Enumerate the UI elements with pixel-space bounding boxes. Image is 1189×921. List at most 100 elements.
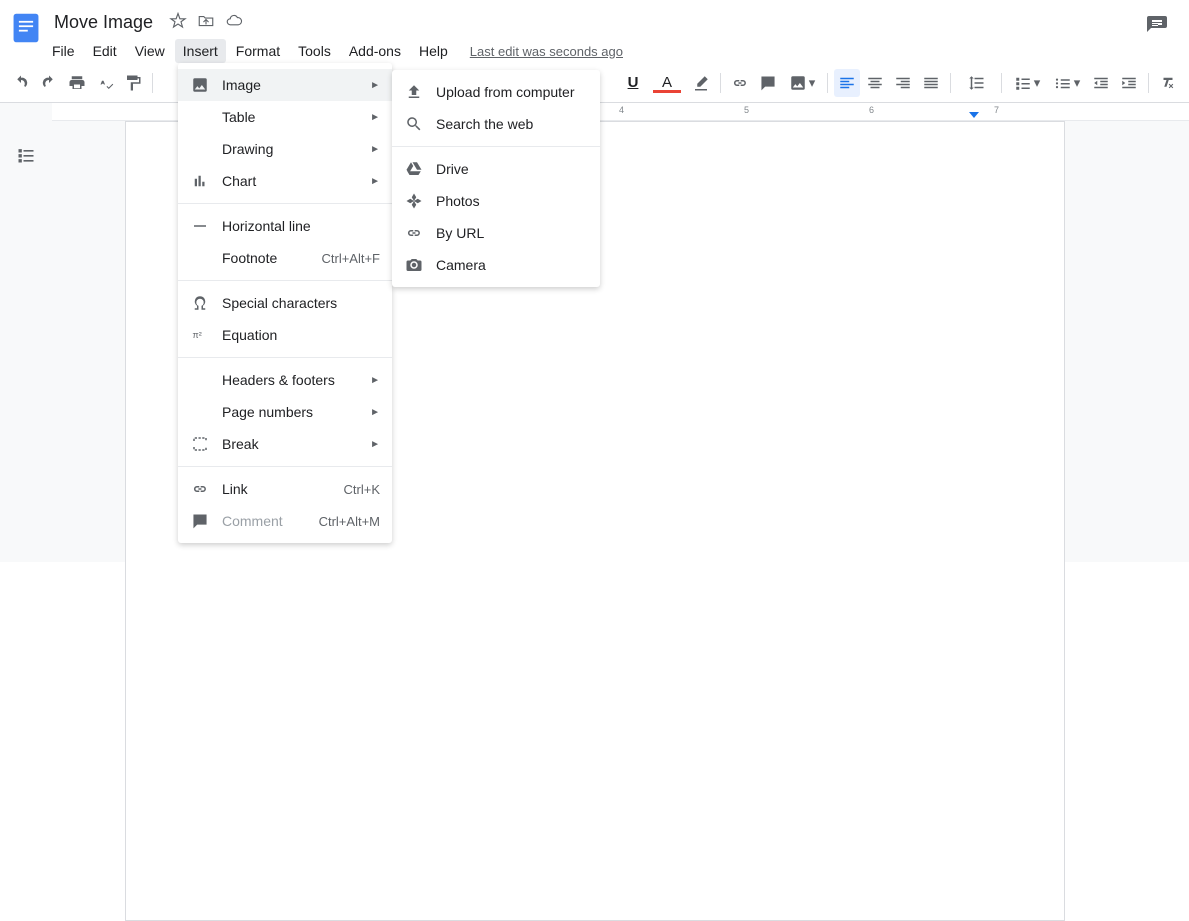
menu-item-label: Comment xyxy=(222,513,319,529)
docs-logo-icon[interactable] xyxy=(8,8,44,56)
title-row: Move Image xyxy=(44,8,1145,39)
menu-shortcut: Ctrl+Alt+M xyxy=(319,514,380,529)
insert-horizontal-line[interactable]: Horizontal line xyxy=(178,210,392,242)
drive-icon xyxy=(404,160,424,178)
image-photos[interactable]: Photos xyxy=(392,185,600,217)
insert-drawing[interactable]: Drawing► xyxy=(178,133,392,165)
ruler-tick: 6 xyxy=(869,105,874,115)
svg-text:π²: π² xyxy=(193,330,202,340)
highlight-button[interactable] xyxy=(688,69,714,97)
align-right-button[interactable] xyxy=(890,69,916,97)
move-icon[interactable] xyxy=(197,12,215,33)
document-outline-button[interactable] xyxy=(0,103,52,562)
menu-view[interactable]: View xyxy=(127,39,173,63)
menu-separator xyxy=(178,357,392,358)
add-comment-button[interactable] xyxy=(755,69,781,97)
menu-format[interactable]: Format xyxy=(228,39,288,63)
submenu-arrow-icon: ► xyxy=(370,80,380,91)
special-icon xyxy=(190,294,210,312)
insert-comment: CommentCtrl+Alt+M xyxy=(178,505,392,537)
increase-indent-button[interactable] xyxy=(1116,69,1142,97)
menu-item-label: Image xyxy=(222,77,362,93)
url-icon xyxy=(404,224,424,242)
camera-icon xyxy=(404,256,424,274)
paint-format-button[interactable] xyxy=(120,69,146,97)
spellcheck-button[interactable] xyxy=(92,69,118,97)
image-drive[interactable]: Drive xyxy=(392,153,600,185)
comment-icon xyxy=(190,512,210,530)
insert-image-button[interactable]: ▾ xyxy=(783,69,821,97)
menu-separator xyxy=(178,280,392,281)
menu-insert[interactable]: Insert xyxy=(175,39,226,63)
menu-item-label: Photos xyxy=(436,193,588,209)
photos-icon xyxy=(404,192,424,210)
clear-formatting-button[interactable] xyxy=(1155,69,1181,97)
submenu-arrow-icon: ► xyxy=(370,407,380,418)
comments-button[interactable] xyxy=(1145,14,1169,41)
last-edit-link[interactable]: Last edit was seconds ago xyxy=(470,44,623,59)
undo-button[interactable] xyxy=(8,69,34,97)
menu-help[interactable]: Help xyxy=(411,39,456,63)
submenu-arrow-icon: ► xyxy=(370,112,380,123)
insert-footnote[interactable]: FootnoteCtrl+Alt+F xyxy=(178,242,392,274)
submenu-arrow-icon: ► xyxy=(370,439,380,450)
title-icons xyxy=(169,12,243,33)
submenu-arrow-icon: ► xyxy=(370,375,380,386)
menu-item-label: Horizontal line xyxy=(222,218,380,234)
align-center-button[interactable] xyxy=(862,69,888,97)
insert-chart[interactable]: Chart► xyxy=(178,165,392,197)
insert-dropdown: Image►Table►Drawing►Chart►Horizontal lin… xyxy=(178,63,392,543)
insert-break[interactable]: Break ► xyxy=(178,428,392,460)
line-spacing-button[interactable] xyxy=(957,69,995,97)
underline-button[interactable]: U xyxy=(620,69,646,97)
insert-special-characters[interactable]: Special characters xyxy=(178,287,392,319)
menu-shortcut: Ctrl+Alt+F xyxy=(321,251,380,266)
menu-item-label: Table xyxy=(222,109,362,125)
insert-equation[interactable]: π²Equation xyxy=(178,319,392,351)
bulleted-list-button[interactable]: ▾ xyxy=(1048,69,1086,97)
cloud-icon[interactable] xyxy=(225,12,243,33)
menu-item-label: Headers & footers xyxy=(222,372,362,388)
star-icon[interactable] xyxy=(169,12,187,33)
submenu-arrow-icon: ► xyxy=(370,144,380,155)
image-upload-from-computer[interactable]: Upload from computer xyxy=(392,76,600,108)
chart-icon xyxy=(190,172,210,190)
menu-tools[interactable]: Tools xyxy=(290,39,339,63)
title-area: Move Image FileEditViewInsertFormatTools… xyxy=(44,8,1145,63)
align-justify-button[interactable] xyxy=(918,69,944,97)
image-search-the-web[interactable]: Search the web xyxy=(392,108,600,140)
menu-item-label: Camera xyxy=(436,257,588,273)
insert-headers-footers[interactable]: Headers & footers ► xyxy=(178,364,392,396)
menu-item-label: Footnote xyxy=(222,250,321,266)
decrease-indent-button[interactable] xyxy=(1088,69,1114,97)
image-submenu: Upload from computerSearch the web Drive P… xyxy=(392,70,600,287)
menu-item-label: Page numbers xyxy=(222,404,362,420)
insert-table[interactable]: Table ► xyxy=(178,101,392,133)
print-button[interactable] xyxy=(64,69,90,97)
menu-separator xyxy=(178,203,392,204)
search-icon xyxy=(404,115,424,133)
menu-edit[interactable]: Edit xyxy=(85,39,125,63)
menu-item-label: Special characters xyxy=(222,295,380,311)
submenu-arrow-icon: ► xyxy=(370,176,380,187)
image-camera[interactable]: Camera xyxy=(392,249,600,281)
redo-button[interactable] xyxy=(36,69,62,97)
ruler-tick: 4 xyxy=(619,105,624,115)
menu-item-label: Break xyxy=(222,436,362,452)
menu-add-ons[interactable]: Add-ons xyxy=(341,39,409,63)
document-title[interactable]: Move Image xyxy=(48,10,159,35)
image-by-url[interactable]: By URL xyxy=(392,217,600,249)
hr-icon xyxy=(190,217,210,235)
insert-link[interactable]: LinkCtrl+K xyxy=(178,473,392,505)
menu-file[interactable]: File xyxy=(44,39,83,63)
toolbar-separator xyxy=(827,73,828,93)
insert-page-numbers[interactable]: Page numbers ► xyxy=(178,396,392,428)
align-left-button[interactable] xyxy=(834,69,860,97)
insert-link-button[interactable] xyxy=(727,69,753,97)
checklist-button[interactable]: ▾ xyxy=(1008,69,1046,97)
toolbar-separator xyxy=(152,73,153,93)
text-color-button[interactable]: A xyxy=(648,69,686,97)
insert-image[interactable]: Image ► xyxy=(178,69,392,101)
menu-item-label: Drive xyxy=(436,161,588,177)
image-icon xyxy=(190,76,210,94)
